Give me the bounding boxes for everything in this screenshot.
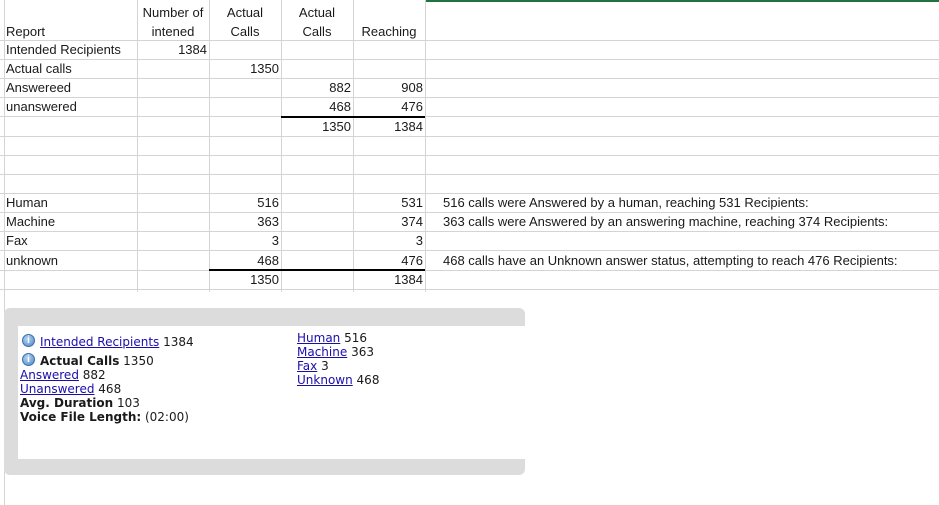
unanswered-link[interactable]: Unanswered	[20, 382, 94, 396]
gridline	[0, 59, 939, 60]
machine-link[interactable]: Machine	[297, 345, 347, 359]
row-label[interactable]: unanswered	[6, 99, 77, 115]
unknown-value: 468	[356, 373, 380, 387]
answered-row: Answered 882	[20, 368, 106, 382]
human-value: 516	[344, 331, 368, 345]
intended-recipients-value: 1384	[163, 335, 194, 349]
cell-value[interactable]: 882	[281, 80, 351, 96]
fax-link[interactable]: Fax	[297, 359, 317, 373]
gridline	[281, 0, 282, 292]
total-value[interactable]: 1384	[353, 272, 423, 288]
info-icon[interactable]: i	[22, 353, 35, 366]
header-calls-2[interactable]: Calls	[281, 24, 353, 40]
gridline	[0, 97, 939, 98]
unanswered-row: Unanswered 468	[20, 382, 121, 396]
total-value[interactable]: 1350	[281, 119, 351, 135]
total-value[interactable]: 1384	[353, 119, 423, 135]
cell-value[interactable]: 468	[209, 253, 279, 269]
stats-panel-body: i Intended Recipients 1384 i Actual Call…	[18, 326, 525, 459]
header-intened[interactable]: intened	[137, 24, 209, 40]
voice-file-length-label: Voice File Length:	[20, 410, 142, 424]
unanswered-value: 468	[98, 382, 122, 396]
cell-value[interactable]: 531	[353, 195, 423, 211]
row-label[interactable]: Intended Recipients	[6, 42, 121, 58]
voice-file-length-row: Voice File Length: (02:00)	[20, 410, 189, 424]
cell-value[interactable]: 374	[353, 214, 423, 230]
gridline	[0, 250, 939, 251]
row-label[interactable]: Machine	[6, 214, 55, 230]
intended-recipients-row: Intended Recipients 1384	[40, 335, 194, 349]
human-row: Human 516	[297, 331, 367, 345]
answered-link[interactable]: Answered	[20, 368, 79, 382]
report-label[interactable]: Report	[6, 24, 45, 40]
cell-value[interactable]: 516	[209, 195, 279, 211]
gridline	[0, 40, 939, 41]
sum-underline	[209, 269, 425, 271]
row-label[interactable]: Answereed	[6, 80, 71, 96]
unknown-row: Unknown 468	[297, 373, 379, 387]
note-text[interactable]: 516 calls were Answered by a human, reac…	[443, 195, 809, 211]
human-link[interactable]: Human	[297, 331, 340, 345]
gridline	[425, 0, 426, 292]
gridline	[0, 78, 939, 79]
note-text[interactable]: 468 calls have an Unknown answer status,…	[443, 253, 898, 269]
gridline	[0, 174, 939, 175]
header-number-of[interactable]: Number of	[137, 5, 209, 21]
cell-value[interactable]: 1384	[137, 42, 207, 58]
gridline	[0, 270, 939, 271]
voice-file-length-value: (02:00)	[144, 410, 189, 424]
cell-value[interactable]: 468	[281, 99, 351, 115]
header-actual[interactable]: Actual	[209, 5, 281, 21]
answered-value: 882	[82, 368, 106, 382]
gridline	[0, 231, 939, 232]
actual-calls-value: 1350	[123, 354, 154, 368]
cell-value[interactable]: 3	[353, 233, 423, 249]
cell-value[interactable]: 1350	[209, 61, 279, 77]
cell-value[interactable]: 908	[353, 80, 423, 96]
cell-value[interactable]: 476	[353, 99, 423, 115]
stats-panel: i Intended Recipients 1384 i Actual Call…	[4, 308, 525, 475]
cell-value[interactable]: 3	[209, 233, 279, 249]
gridline	[0, 136, 939, 137]
gridline	[0, 193, 939, 194]
gridline	[0, 289, 939, 290]
fax-value: 3	[321, 359, 329, 373]
machine-value: 363	[351, 345, 374, 359]
header-reaching[interactable]: Reaching	[353, 24, 425, 40]
machine-row: Machine 363	[297, 345, 374, 359]
actual-calls-label: Actual Calls	[40, 354, 120, 368]
cell-value[interactable]: 476	[353, 253, 423, 269]
actual-calls-row: Actual Calls 1350	[40, 354, 154, 368]
row-label[interactable]: unknown	[6, 253, 58, 269]
note-text[interactable]: 363 calls were Answered by an answering …	[443, 214, 888, 230]
gridline	[0, 116, 939, 117]
cell-value[interactable]: 363	[209, 214, 279, 230]
total-value[interactable]: 1350	[209, 272, 279, 288]
row-label[interactable]: Actual calls	[6, 61, 72, 77]
gridline	[0, 212, 939, 213]
unknown-link[interactable]: Unknown	[297, 373, 353, 387]
avg-duration-label: Avg. Duration	[20, 396, 114, 410]
sum-underline	[281, 116, 425, 118]
avg-duration-row: Avg. Duration 103	[20, 396, 140, 410]
fax-row: Fax 3	[297, 359, 329, 373]
avg-duration-value: 103	[117, 396, 140, 410]
gridline	[0, 155, 939, 156]
info-icon[interactable]: i	[22, 334, 35, 347]
row-label[interactable]: Human	[6, 195, 48, 211]
header-calls[interactable]: Calls	[209, 24, 281, 40]
header-actual-2[interactable]: Actual	[281, 5, 353, 21]
intended-recipients-link[interactable]: Intended Recipients	[40, 335, 159, 349]
row-label[interactable]: Fax	[6, 233, 28, 249]
